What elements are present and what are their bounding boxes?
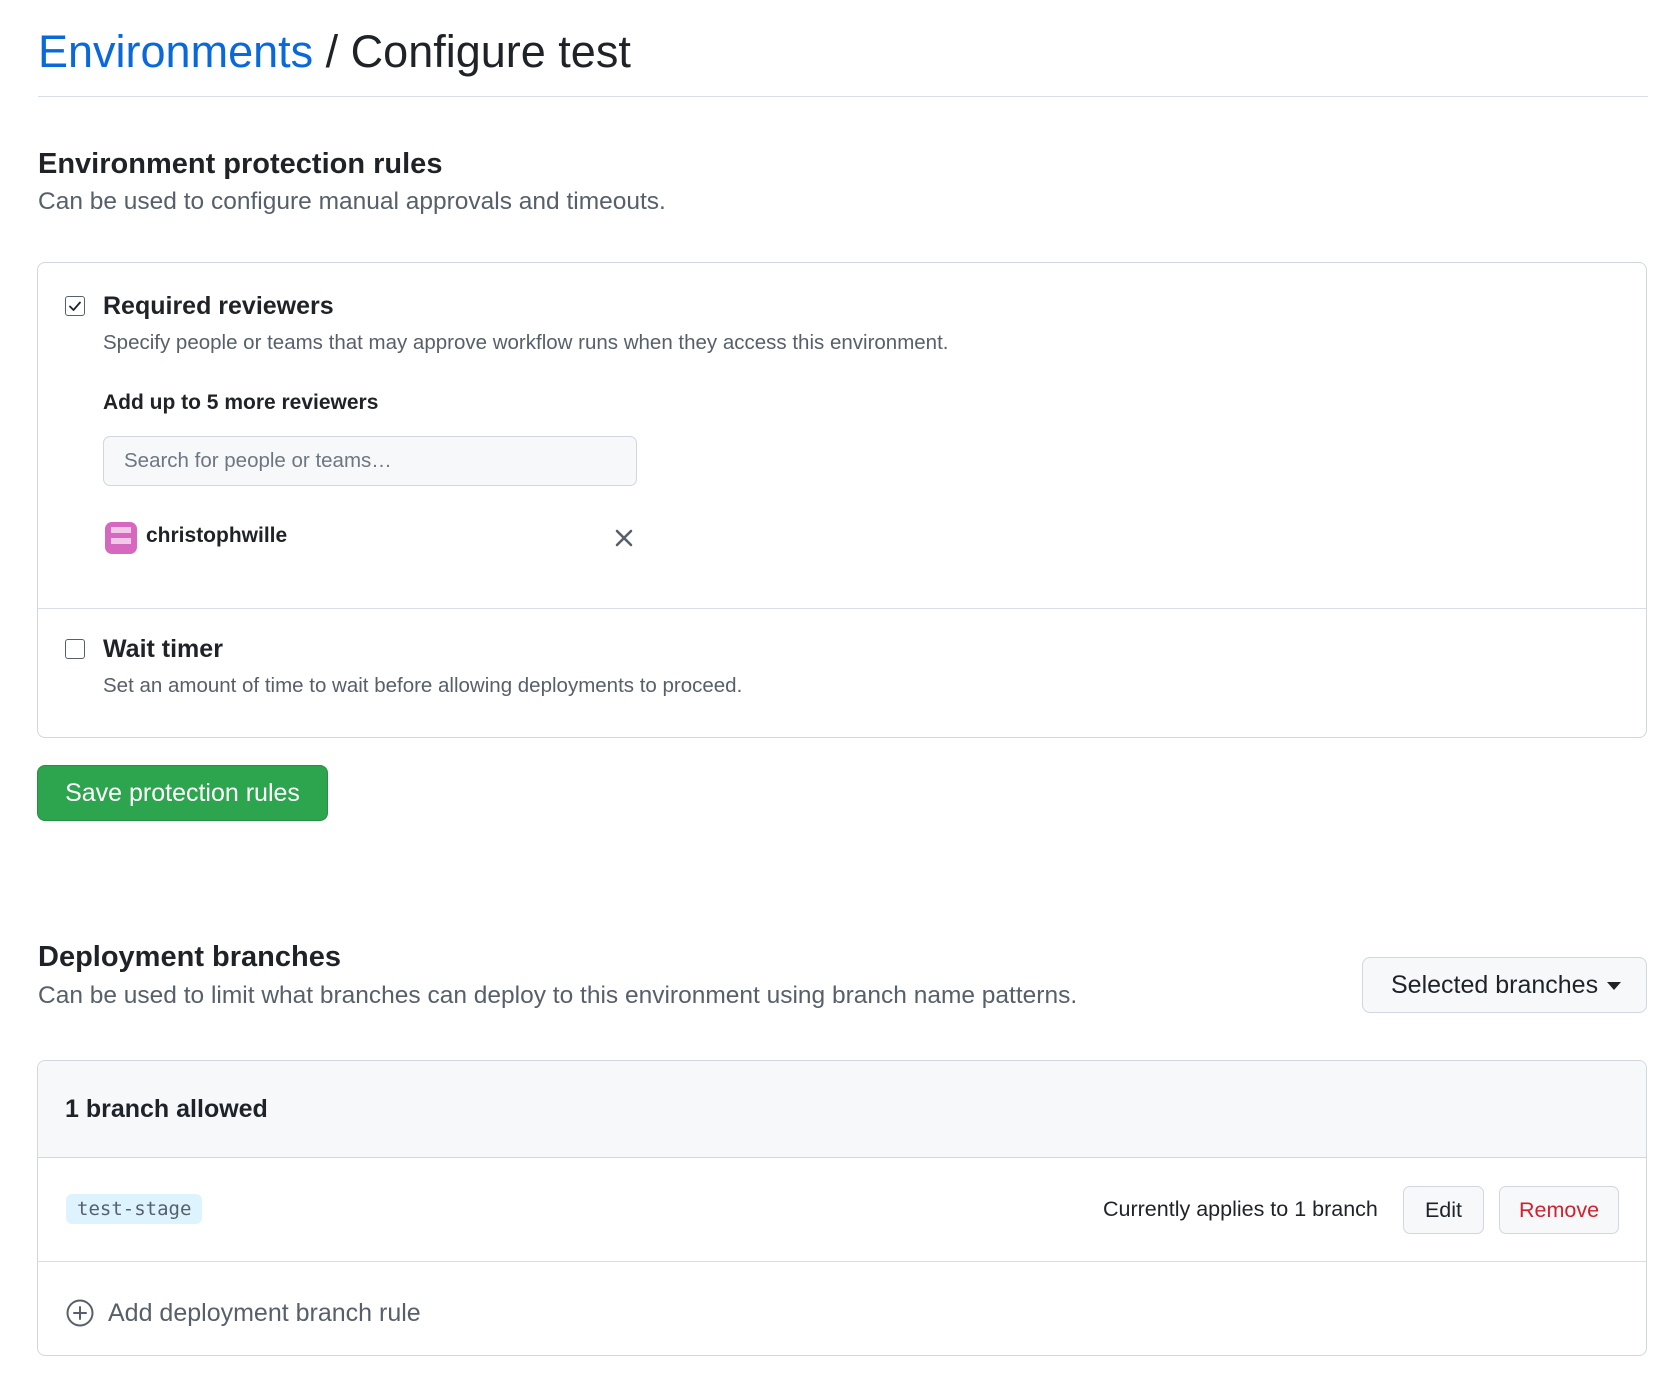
reviewer-name: christophwille xyxy=(146,524,288,547)
protection-rules-box: Required reviewers Specify people or tea… xyxy=(37,262,1647,738)
applies-text: Currently applies to 1 branch xyxy=(1103,1197,1378,1221)
protection-rules-heading: Environment protection rules xyxy=(38,148,443,180)
branch-policy-select[interactable]: Selected branches xyxy=(1362,957,1647,1013)
breadcrumb: Environments / Configure test xyxy=(38,22,1648,97)
edit-button[interactable]: Edit xyxy=(1403,1186,1484,1234)
branches-count: 1 branch allowed xyxy=(65,1095,268,1123)
reviewer-search-input[interactable] xyxy=(103,436,637,486)
list-item: test-stage Currently applies to 1 branch… xyxy=(38,1158,1646,1262)
deployment-branches-description: Can be used to limit what branches can d… xyxy=(38,982,1078,1009)
branch-pattern: test-stage xyxy=(66,1194,203,1224)
checkmark-icon xyxy=(69,301,81,311)
avatar xyxy=(105,522,137,554)
save-protection-rules-button[interactable]: Save protection rules xyxy=(37,765,328,821)
close-icon xyxy=(615,529,633,547)
wait-timer-title: Wait timer xyxy=(103,635,223,663)
add-rule-label: Add deployment branch rule xyxy=(108,1299,421,1327)
branches-header: 1 branch allowed xyxy=(38,1061,1646,1158)
caret-down-icon xyxy=(1607,982,1621,990)
remove-reviewer-button[interactable] xyxy=(611,525,637,551)
breadcrumb-separator: / xyxy=(325,26,339,77)
branch-policy-value: Selected branches xyxy=(1391,971,1599,999)
protection-rules-description: Can be used to configure manual approval… xyxy=(38,188,666,215)
environments-link[interactable]: Environments xyxy=(38,26,313,77)
plus-circle-icon xyxy=(66,1299,94,1327)
environment-config-page: Environments / Configure test Environmen… xyxy=(0,0,1680,1382)
required-reviewers-checkbox[interactable] xyxy=(65,296,85,316)
deployment-branches-box: 1 branch allowed test-stage Currently ap… xyxy=(37,1060,1647,1356)
rule-divider xyxy=(38,608,1646,609)
required-reviewers-title: Required reviewers xyxy=(103,292,334,320)
required-reviewers-description: Specify people or teams that may approve… xyxy=(103,331,949,354)
add-reviewers-label: Add up to 5 more reviewers xyxy=(103,391,379,414)
page-title: Configure test xyxy=(350,26,631,77)
deployment-branches-heading: Deployment branches xyxy=(38,941,341,973)
remove-button[interactable]: Remove xyxy=(1499,1186,1619,1234)
wait-timer-description: Set an amount of time to wait before all… xyxy=(103,674,743,697)
wait-timer-checkbox[interactable] xyxy=(65,639,85,659)
